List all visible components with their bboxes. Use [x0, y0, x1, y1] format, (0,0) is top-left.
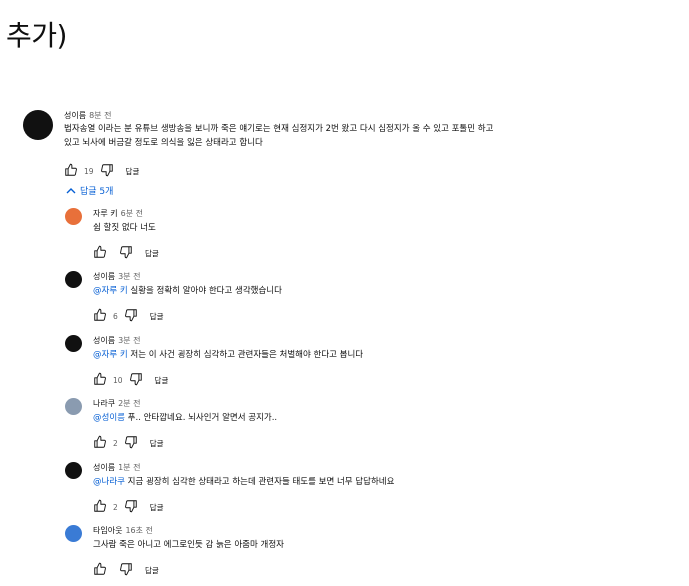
dislike-button[interactable] — [124, 435, 138, 451]
comment-meta: 성이름 8분 전 — [64, 110, 111, 121]
like-button[interactable] — [64, 163, 78, 179]
reply-author[interactable]: 나라쿠 — [93, 399, 115, 408]
replies-toggle[interactable]: 답글 5개 — [66, 184, 113, 197]
reply-text: @자루 키 저는 이 사건 굉장히 심각하고 관련자들은 처벌해야 한다고 봅니… — [93, 348, 363, 362]
reply-meta: 성이름 1분 전 — [93, 462, 140, 473]
thumb-down-icon — [124, 309, 137, 322]
like-button[interactable] — [93, 435, 107, 451]
reply-actions: 답글 — [93, 245, 159, 261]
reply-avatar[interactable] — [65, 208, 82, 225]
reply-meta: 성이름 3분 전 — [93, 335, 140, 346]
reply-author[interactable]: 타임아웃 — [93, 526, 122, 535]
reply-author[interactable]: 성이름 — [93, 336, 115, 345]
comment-text-line2: 있고 뇌사에 버금갈 정도로 의식을 잃은 상태라고 합니다 — [64, 138, 263, 148]
dislike-button[interactable] — [119, 245, 133, 261]
reply-author[interactable]: 성이름 — [93, 272, 115, 281]
dislike-button[interactable] — [129, 372, 143, 388]
reply-text-content: 저는 이 사건 굉장히 심각하고 관련자들은 처벌해야 한다고 봅니다 — [127, 350, 364, 360]
dislike-button[interactable] — [124, 308, 138, 324]
reply-button[interactable]: 답글 — [145, 565, 159, 576]
reply-mention-link[interactable]: @나라쿠 — [93, 477, 125, 487]
thumb-up-icon — [94, 435, 106, 448]
reply-actions: 2 답글 — [93, 435, 164, 451]
reply-meta: 성이름 3분 전 — [93, 271, 140, 282]
like-button[interactable] — [93, 245, 107, 261]
thumb-down-icon — [120, 563, 132, 576]
reply-text: 쉼 할짓 없다 너도 — [93, 221, 156, 235]
reply-avatar[interactable] — [65, 271, 82, 288]
reply-meta: 타임아웃 16초 전 — [93, 525, 153, 536]
chevron-up-icon — [66, 187, 76, 193]
like-count: 2 — [113, 502, 118, 512]
thumb-up-icon — [94, 308, 106, 321]
reply-time[interactable]: 2분 전 — [118, 399, 140, 408]
reply-author[interactable]: 성이름 — [93, 463, 115, 472]
reply-button[interactable]: 답글 — [145, 248, 159, 259]
reply-time[interactable]: 3분 전 — [118, 272, 140, 281]
reply-text: @성이름 푸.. 안타깝네요. 뇌사인거 알면서 공지가.. — [93, 411, 277, 425]
reply-button[interactable]: 답글 — [150, 311, 164, 322]
like-count: 10 — [113, 375, 123, 385]
reply-time[interactable]: 3분 전 — [118, 336, 140, 345]
reply-button[interactable]: 답글 — [150, 502, 164, 513]
thumb-up-icon — [94, 372, 106, 385]
page-heading: 추가) — [6, 19, 67, 52]
thumb-up-icon — [65, 163, 77, 176]
replies-toggle-label: 답글 5개 — [80, 187, 114, 197]
like-count: 19 — [84, 166, 94, 176]
reply-text: @자루 키 실황을 정확히 알아야 한다고 생각했습니다 — [93, 284, 282, 298]
like-button[interactable] — [93, 308, 107, 324]
like-button[interactable] — [93, 499, 107, 515]
reply-actions: 2 답글 — [93, 499, 164, 515]
reply-mention-link[interactable]: @자루 키 — [93, 350, 128, 360]
like-button[interactable] — [93, 372, 107, 388]
reply-avatar[interactable] — [65, 462, 82, 479]
thumb-down-icon — [100, 164, 113, 177]
thumb-up-icon — [94, 245, 106, 258]
comment-actions: 19 답글 — [64, 163, 139, 179]
thumb-down-icon — [129, 373, 142, 386]
reply-meta: 자루 키 6분 전 — [93, 208, 143, 219]
reply-actions: 6 답글 — [93, 308, 164, 324]
avatar[interactable] — [23, 110, 53, 140]
reply-actions: 답글 — [93, 562, 159, 578]
reply-actions: 10 답글 — [93, 372, 168, 388]
comment-time[interactable]: 8분 전 — [89, 111, 111, 120]
reply-text-content: 그사람 죽은 아니고 에그로인듯 감 늙은 아줌마 개정자 — [93, 540, 284, 550]
reply-avatar[interactable] — [65, 335, 82, 352]
dislike-button[interactable] — [100, 163, 114, 179]
reply-time[interactable]: 16초 전 — [125, 526, 152, 535]
thumb-down-icon — [120, 246, 132, 259]
dislike-button[interactable] — [124, 499, 138, 515]
thumb-down-icon — [124, 500, 137, 513]
dislike-button[interactable] — [119, 562, 133, 578]
reply-mention-link[interactable]: @자루 키 — [93, 286, 128, 296]
reply-text-content: 푸.. 안타깝네요. 뇌사인거 알면서 공지가.. — [124, 413, 278, 423]
thumb-down-icon — [124, 436, 137, 449]
reply-text: 그사람 죽은 아니고 에그로인듯 감 늙은 아줌마 개정자 — [93, 538, 284, 552]
reply-button[interactable]: 답글 — [126, 166, 140, 177]
thumb-up-icon — [94, 499, 106, 512]
reply-meta: 나라쿠 2분 전 — [93, 398, 140, 409]
reply-time[interactable]: 1분 전 — [118, 463, 140, 472]
comment-author[interactable]: 성이름 — [64, 111, 86, 120]
reply-text: @나라쿠 지금 굉장히 심각한 상태라고 하는데 관련자들 태도를 보면 너무 … — [93, 475, 394, 489]
comment-text-line1: 법자송열 이라는 분 유튜브 생방송을 보니까 죽은 얘기로는 현재 심정지가 … — [64, 124, 494, 134]
reply-mention-link[interactable]: @성이름 — [93, 413, 125, 423]
reply-avatar[interactable] — [65, 525, 82, 542]
reply-text-content: 실황을 정확히 알아야 한다고 생각했습니다 — [127, 286, 282, 296]
like-button[interactable] — [93, 562, 107, 578]
reply-text-content: 지금 굉장히 심각한 상태라고 하는데 관련자들 태도를 보면 너무 답답하네요 — [124, 477, 395, 487]
reply-time[interactable]: 6분 전 — [121, 209, 143, 218]
reply-button[interactable]: 답글 — [155, 375, 169, 386]
thumb-up-icon — [94, 562, 106, 575]
like-count: 6 — [113, 311, 118, 321]
reply-author[interactable]: 자루 키 — [93, 209, 118, 218]
reply-text-content: 쉼 할짓 없다 너도 — [93, 223, 156, 233]
reply-avatar[interactable] — [65, 398, 82, 415]
reply-button[interactable]: 답글 — [150, 438, 164, 449]
like-count: 2 — [113, 438, 118, 448]
